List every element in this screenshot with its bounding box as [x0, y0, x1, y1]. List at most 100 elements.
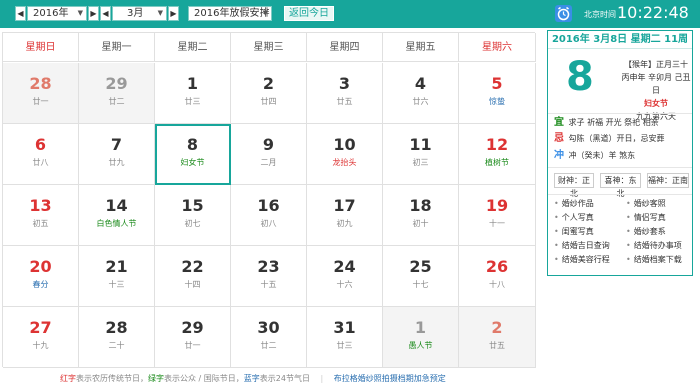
day-lunar-label: 廿二: [108, 97, 125, 106]
beijing-clock: 10:22:48: [617, 3, 689, 22]
prev-month-button[interactable]: ◀: [100, 6, 111, 21]
day-cell[interactable]: 10 龙抬头: [307, 124, 383, 185]
day-number: 13: [29, 196, 52, 215]
weekday-header: 星期六: [459, 33, 536, 62]
day-cell[interactable]: 1 廿三: [155, 63, 231, 124]
day-cell[interactable]: 11 初三: [383, 124, 459, 185]
day-cell[interactable]: 22 十四: [155, 246, 231, 307]
day-cell-selected[interactable]: 8 妇女节: [155, 124, 231, 185]
day-lunar-label: 十六: [336, 280, 353, 289]
day-cell[interactable]: 23 十五: [231, 246, 307, 307]
day-cell[interactable]: 24 十六: [307, 246, 383, 307]
day-cell[interactable]: 28 廿一: [3, 63, 79, 124]
chong-text: 冲（癸未）羊 煞东: [568, 151, 636, 160]
day-cell[interactable]: 18 初十: [383, 185, 459, 246]
day-cell[interactable]: 29 廿一: [155, 307, 231, 368]
day-lunar-label: 龙抬头: [332, 158, 357, 167]
day-cell[interactable]: 5 惊蛰: [459, 63, 536, 124]
divider: [548, 167, 692, 168]
day-lunar-label: 白色情人节: [96, 219, 137, 228]
day-number: 26: [485, 257, 509, 276]
day-cell[interactable]: 3 廿五: [307, 63, 383, 124]
day-cell[interactable]: 7 廿九: [79, 124, 155, 185]
day-lunar-label: 初七: [184, 219, 201, 228]
link-wedding-packages[interactable]: 婚纱套系: [626, 226, 696, 238]
day-lunar-label: 初十: [412, 219, 429, 228]
yi-text: 求子 祈福 开光 祭祀 相亲: [568, 118, 659, 127]
divider: [548, 113, 692, 114]
month-calendar-grid: 星期日 星期一 星期二 星期三 星期四 星期五 星期六 28 廿一 29 廿二 1 廿三 2 廿四 3 廿五 4 廿…: [2, 32, 536, 368]
next-month-button[interactable]: ▶: [168, 6, 179, 21]
day-cell[interactable]: 26 十八: [459, 246, 536, 307]
luck-god: 福神：正南: [647, 173, 689, 188]
day-lunar-label: 二十: [108, 341, 125, 350]
day-number: 1: [414, 318, 427, 337]
year-select[interactable]: 2016年 ▼: [27, 6, 87, 21]
day-lunar-label: 植树节: [485, 158, 509, 167]
month-select[interactable]: 3月 ▼: [112, 6, 167, 21]
next-year-button[interactable]: ▶: [88, 6, 99, 21]
day-cell[interactable]: 6 廿八: [3, 124, 79, 185]
divider: [548, 194, 692, 195]
back-to-today-button[interactable]: 返回今日: [284, 6, 334, 21]
day-number: 9: [262, 135, 275, 154]
day-number: 10: [333, 135, 356, 154]
day-cell[interactable]: 20 春分: [3, 246, 79, 307]
link-couple-portrait[interactable]: 情侣写真: [626, 212, 696, 224]
link-wedding-works[interactable]: 婚纱作品: [554, 198, 624, 210]
holiday-select-value: 2016年放假安排: [194, 8, 270, 19]
link-bestie-portrait[interactable]: 闺蜜写真: [554, 226, 624, 238]
day-cell[interactable]: 2 廿四: [231, 63, 307, 124]
day-lunar-label: 廿六: [412, 97, 429, 106]
gods-row: 财神：正北 喜神：东北 福神：正南: [554, 173, 690, 198]
day-number: 23: [257, 257, 280, 276]
top-toolbar: ◀ 2016年 ▼ ▶ ◀ 3月 ▼ ▶ 2016年放假安排 ▼ 返回今日 北京…: [0, 0, 700, 28]
link-client-photos[interactable]: 婚纱客照: [626, 198, 696, 210]
booking-link[interactable]: 布拉格婚纱照拍摄档期加急预定: [334, 374, 446, 383]
day-cell[interactable]: 19 十一: [459, 185, 536, 246]
lunar-line-1: 【猴年】正月三十: [624, 60, 688, 69]
day-cell[interactable]: 9 二月: [231, 124, 307, 185]
day-number: 27: [29, 318, 52, 337]
day-cell[interactable]: 29 廿二: [79, 63, 155, 124]
day-cell[interactable]: 15 初七: [155, 185, 231, 246]
weekday-header: 星期一: [79, 33, 155, 62]
link-archive-download[interactable]: 结婚档案下载: [626, 254, 696, 266]
day-cell[interactable]: 14 白色情人节: [79, 185, 155, 246]
day-lunar-label: 廿二: [260, 341, 277, 350]
day-cell[interactable]: 1 愚人节: [383, 307, 459, 368]
legend-green: 绿字: [148, 374, 164, 383]
day-cell[interactable]: 2 廿五: [459, 307, 536, 368]
day-cell[interactable]: 27 十九: [3, 307, 79, 368]
weekday-header: 星期五: [383, 33, 459, 62]
day-number: 3: [338, 74, 351, 93]
weekday-header: 星期日: [3, 33, 79, 62]
legend-divider: |: [320, 374, 324, 383]
day-cell[interactable]: 17 初九: [307, 185, 383, 246]
legend-green-text: 表示公众 / 国际节日，: [164, 374, 244, 383]
day-cell[interactable]: 28 二十: [79, 307, 155, 368]
prev-year-button[interactable]: ◀: [15, 6, 26, 21]
link-auspicious-date[interactable]: 结婚吉日查询: [554, 240, 624, 252]
day-cell[interactable]: 13 初五: [3, 185, 79, 246]
day-cell[interactable]: 21 十三: [79, 246, 155, 307]
day-lunar-label: 初九: [336, 219, 353, 228]
day-cell[interactable]: 16 初八: [231, 185, 307, 246]
link-personal-portrait[interactable]: 个人写真: [554, 212, 624, 224]
yi-row: 宜 求子 祈福 开光 祭祀 相亲: [554, 117, 690, 129]
alarm-clock-icon[interactable]: [555, 5, 572, 22]
ji-text: 勾陈（黑道）开日，忌安葬: [568, 134, 665, 143]
year-select-value: 2016年: [33, 8, 69, 19]
day-number: 16: [257, 196, 280, 215]
day-number: 30: [257, 318, 280, 337]
link-beauty-schedule[interactable]: 结婚美容行程: [554, 254, 624, 266]
link-wedding-todo[interactable]: 结婚待办事项: [626, 240, 696, 252]
day-number: 17: [333, 196, 356, 215]
chong-tag: 冲: [554, 150, 564, 161]
day-cell[interactable]: 31 廿三: [307, 307, 383, 368]
holiday-select[interactable]: 2016年放假安排 ▼: [188, 6, 272, 21]
day-cell[interactable]: 12 植树节: [459, 124, 536, 185]
day-cell[interactable]: 4 廿六: [383, 63, 459, 124]
day-cell[interactable]: 25 十七: [383, 246, 459, 307]
day-cell[interactable]: 30 廿二: [231, 307, 307, 368]
